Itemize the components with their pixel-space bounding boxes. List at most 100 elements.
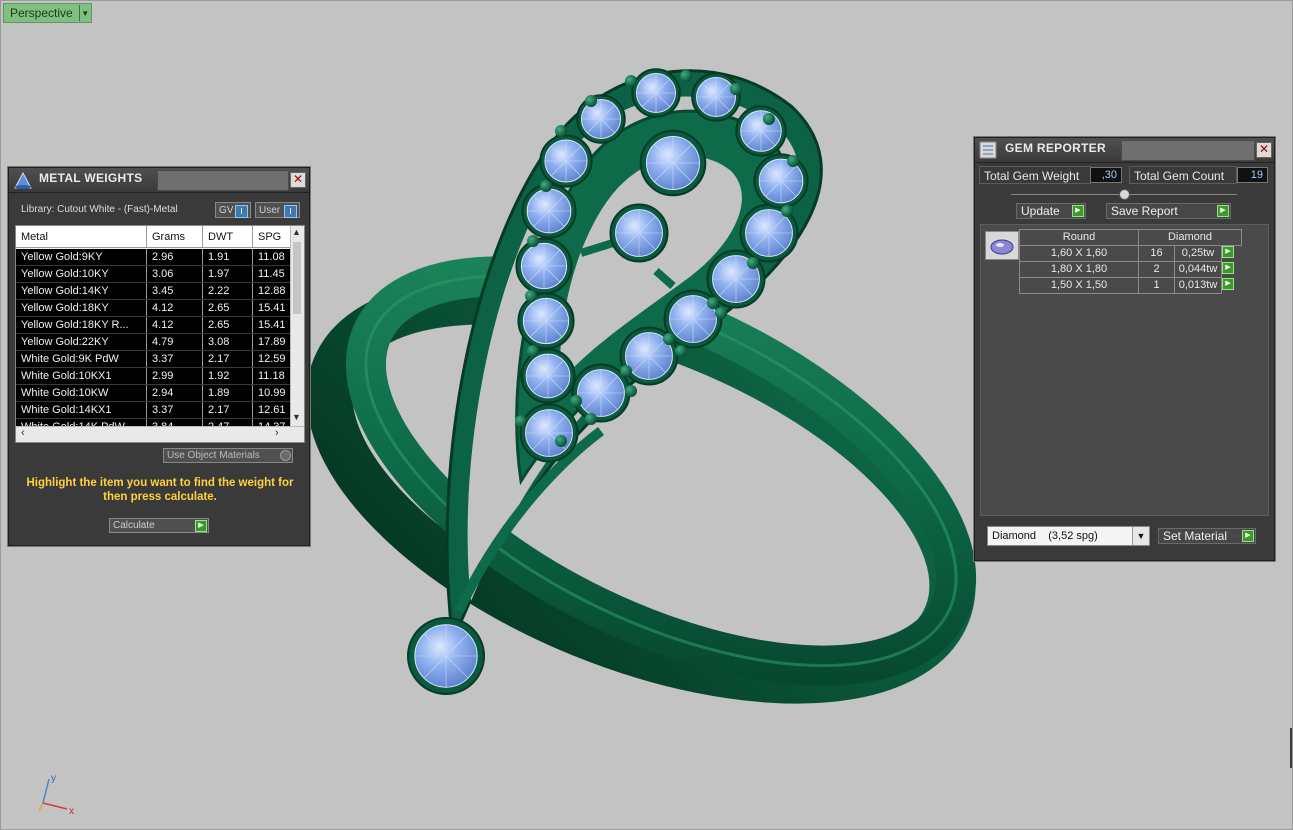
chevron-down-icon[interactable]: ▼ (1132, 527, 1149, 545)
cell-spg: 12.88 (253, 283, 291, 299)
cell-spg: 10.99 (253, 385, 291, 401)
gem-row[interactable]: 1,50 X 1,50 1 0,013tw ▶ (1019, 277, 1242, 294)
cell-grams: 3.37 (147, 351, 203, 367)
total-gem-count-label: Total Gem Count (1129, 166, 1237, 184)
cell-grams: 3.37 (147, 402, 203, 418)
set-material-label: Set Material (1163, 529, 1228, 543)
cell-dwt: 1.89 (203, 385, 253, 401)
chevron-down-icon[interactable]: ▼ (78, 5, 91, 21)
cell-grams: 2.94 (147, 385, 203, 401)
play-icon: ▶ (1217, 205, 1229, 217)
horizontal-scrollbar[interactable]: ‹ › (16, 426, 304, 442)
viewport-label: Perspective (10, 6, 73, 20)
table-row[interactable]: White Gold:10KW 2.94 1.89 10.99 (16, 385, 291, 402)
cell-dwt: 1.91 (203, 249, 253, 265)
cell-spg: 12.59 (253, 351, 291, 367)
gem-cell-count: 16 (1138, 245, 1175, 262)
table-row[interactable]: Yellow Gold:9KY 2.96 1.91 11.08 (16, 249, 291, 266)
total-gem-weight-label: Total Gem Weight (979, 166, 1091, 184)
column-header-grams[interactable]: Grams (147, 226, 203, 248)
gem-row-select-button[interactable]: ▶ (1221, 261, 1237, 278)
cell-dwt: 2.65 (203, 317, 253, 333)
calculate-button[interactable]: Calculate ▶ (109, 518, 209, 533)
gem-row-select-button[interactable]: ▶ (1221, 277, 1237, 294)
cell-spg: 11.18 (253, 368, 291, 384)
gem-cell-size: 1,60 X 1,60 (1019, 245, 1139, 262)
cell-metal: Yellow Gold:9KY (16, 249, 147, 265)
cell-dwt: 1.92 (203, 368, 253, 384)
close-icon[interactable]: ✕ (1256, 142, 1272, 158)
play-icon: ▶ (1222, 278, 1234, 290)
play-icon: ▶ (1222, 262, 1234, 274)
cell-metal: White Gold:14KX1 (16, 402, 147, 418)
table-row[interactable]: Yellow Gold:18KY 4.12 2.65 15.41 (16, 300, 291, 317)
panel-splitter[interactable] (1011, 189, 1237, 200)
play-icon: ▶ (1222, 246, 1234, 258)
gem-table: Round Diamond 1,60 X 1,60 16 0,25tw ▶ 1,80 X… (1019, 229, 1242, 294)
table-row[interactable]: Yellow Gold:18KY R... 4.12 2.65 15.41 (16, 317, 291, 334)
gem-row[interactable]: 1,60 X 1,60 16 0,25tw ▶ (1019, 245, 1242, 262)
gem-table-header: Round Diamond (1019, 229, 1242, 246)
user-toggle[interactable]: User I (255, 202, 300, 218)
gem-cell-size: 1,80 X 1,80 (1019, 261, 1139, 278)
gem-cell-weight: 0,044tw (1174, 261, 1222, 278)
table-row[interactable]: Yellow Gold:22KY 4.79 3.08 17.89 (16, 334, 291, 351)
metal-weights-icon (14, 171, 32, 189)
play-icon: ▶ (1242, 530, 1254, 542)
gem-cell-weight: 0,013tw (1174, 277, 1222, 294)
use-object-materials-toggle[interactable]: Use Object Materials (163, 448, 293, 463)
material-select[interactable]: Diamond (3,52 spg) ▼ (987, 526, 1150, 546)
update-button[interactable]: Update ▶ (1016, 203, 1086, 219)
table-row[interactable]: White Gold:10KX1 2.99 1.92 11.18 (16, 368, 291, 385)
table-row[interactable]: White Gold:9K PdW 3.37 2.17 12.59 (16, 351, 291, 368)
gem-cell-count: 2 (1138, 261, 1175, 278)
close-icon[interactable]: ✕ (290, 172, 306, 188)
scroll-down-icon[interactable]: ▼ (292, 412, 301, 422)
cell-metal: Yellow Gold:10KY (16, 266, 147, 282)
table-row[interactable]: Yellow Gold:14KY 3.45 2.22 12.88 (16, 283, 291, 300)
user-toggle-label: User (259, 204, 281, 216)
round-diamond-thumbnail[interactable] (985, 231, 1019, 260)
metal-weights-panel: METAL WEIGHTS ✕ Library: Cutout White - … (8, 167, 310, 546)
table-row[interactable]: White Gold:14KX1 3.37 2.17 12.61 (16, 402, 291, 419)
total-gem-weight-value: ,30 (1090, 167, 1122, 183)
cell-spg: 15.41 (253, 317, 291, 333)
table-row[interactable]: Yellow Gold:10KY 3.06 1.97 11.45 (16, 266, 291, 283)
cell-spg: 17.89 (253, 334, 291, 350)
column-header-dwt[interactable]: DWT (203, 226, 253, 248)
material-select-value: Diamond (3,52 spg) (992, 530, 1098, 542)
vertical-scrollbar[interactable]: ▲ ▼ (290, 226, 304, 427)
gem-header-material: Diamond (1138, 229, 1242, 246)
play-icon: ▶ (1072, 205, 1084, 217)
gem-report-area: Round Diamond 1,60 X 1,60 16 0,25tw ▶ 1,80 X… (980, 224, 1269, 516)
viewport-label-dropdown[interactable]: Perspective ▼ (3, 3, 92, 23)
gem-row[interactable]: 1,80 X 1,80 2 0,044tw ▶ (1019, 261, 1242, 278)
gem-row-select-button[interactable]: ▶ (1221, 245, 1237, 262)
cell-metal: White Gold:10KW (16, 385, 147, 401)
set-material-button[interactable]: Set Material ▶ (1158, 528, 1256, 544)
metal-table-rows: Yellow Gold:9KY 2.96 1.91 11.08 Yellow Gold:… (16, 249, 291, 436)
gv-toggle[interactable]: GV I (215, 202, 251, 218)
gem-reporter-titlebar[interactable]: GEM REPORTER ✕ (975, 138, 1274, 163)
cell-grams: 4.12 (147, 300, 203, 316)
axis-gizmo-icon: y x (38, 773, 74, 817)
column-header-metal[interactable]: Metal (16, 226, 147, 248)
cell-grams: 2.96 (147, 249, 203, 265)
axis-x-label: x (69, 806, 74, 817)
gem-header-shape: Round (1019, 229, 1139, 246)
scroll-right-icon[interactable]: › (275, 427, 279, 439)
gem-cell-weight: 0,25tw (1174, 245, 1222, 262)
calculate-label: Calculate (113, 520, 155, 531)
cell-grams: 3.45 (147, 283, 203, 299)
metal-weights-titlebar[interactable]: METAL WEIGHTS ✕ (9, 168, 309, 193)
metal-table[interactable]: Metal Grams DWT SPG Yellow Gold:9KY 2.96 1… (15, 225, 305, 443)
gem-reporter-panel: GEM REPORTER ✕ Total Gem Weight ,30 Tota… (974, 137, 1275, 561)
scroll-left-icon[interactable]: ‹ (21, 427, 25, 439)
cell-dwt: 3.08 (203, 334, 253, 350)
save-report-button[interactable]: Save Report ▶ (1106, 203, 1231, 219)
column-header-spg[interactable]: SPG (253, 226, 291, 248)
scroll-up-icon[interactable]: ▲ (292, 227, 301, 237)
axis-y-label: y (51, 773, 56, 784)
scrollbar-thumb[interactable] (293, 242, 301, 314)
gv-toggle-label: GV (219, 204, 234, 216)
